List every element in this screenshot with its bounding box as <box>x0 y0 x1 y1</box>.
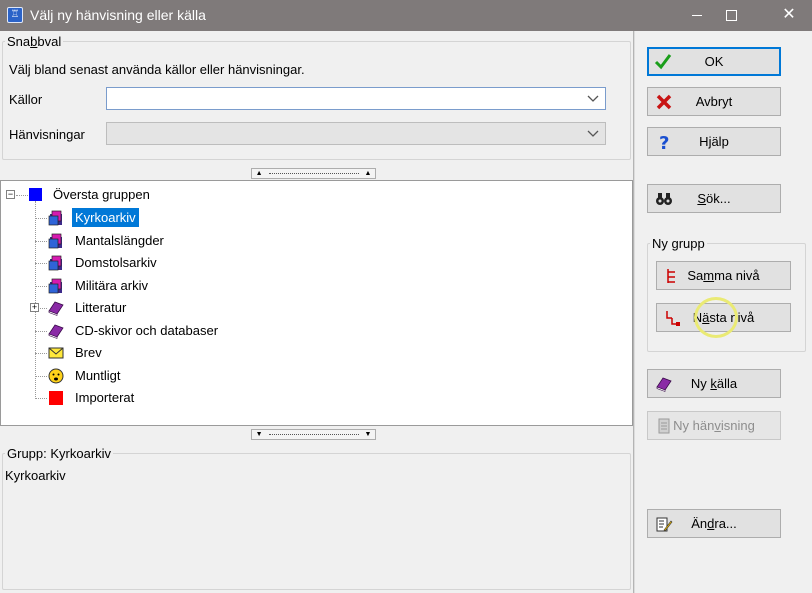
cancel-button[interactable]: Avbryt <box>647 87 781 116</box>
expand-up-icon: ▲ <box>364 170 372 177</box>
kallor-label: Källor <box>9 92 43 107</box>
binoculars-icon <box>656 193 672 205</box>
ok-button[interactable]: OK <box>647 47 781 76</box>
tree-item-label: Militära arkiv <box>75 277 148 293</box>
title-bar: ♖ Välj ny hänvisning eller källa ✕ <box>0 0 812 31</box>
same-level-icon <box>667 269 675 283</box>
archive-icon <box>48 233 62 248</box>
book-icon <box>656 377 672 392</box>
cursor-highlight <box>694 297 738 338</box>
collapse-up-icon: ▲ <box>255 170 263 177</box>
window-title: Välj ny hänvisning eller källa <box>30 7 206 23</box>
envelope-icon <box>48 347 64 359</box>
ny-grupp-legend: Ny grupp <box>652 236 705 251</box>
maximize-icon <box>725 9 737 21</box>
new-reference-button[interactable]: Ny hänvisning <box>647 411 781 440</box>
tree-item-label: Litteratur <box>75 300 127 315</box>
tree-item-label: Kyrkoarkiv <box>72 208 139 227</box>
red-square-icon <box>49 391 63 405</box>
hanvisningar-label: Hänvisningar <box>9 127 85 142</box>
details-group: Grupp: Kyrkoarkiv <box>2 446 631 590</box>
maximize-button[interactable] <box>708 0 754 31</box>
kallor-combobox[interactable] <box>106 87 606 110</box>
same-level-button[interactable]: Samma nivå <box>656 261 791 290</box>
tree-item-label: Domstolsarkiv <box>75 255 157 270</box>
help-button[interactable]: ? Hjälp <box>647 127 781 156</box>
app-icon: ♖ <box>7 7 23 23</box>
document-icon <box>658 418 670 434</box>
new-source-button[interactable]: Ny källa <box>647 369 781 398</box>
question-mark-icon: ? <box>659 133 669 151</box>
tree-item-label: Mantalslängder <box>75 232 164 248</box>
chevron-down-icon <box>587 95 599 102</box>
tree-item-label: Importerat <box>75 390 135 405</box>
archive-icon <box>48 255 62 271</box>
hanvisningar-combobox[interactable] <box>106 122 606 145</box>
group-tree[interactable]: − Översta gruppen Kyrkoarkiv Mantalslängd… <box>0 180 633 426</box>
checkmark-icon <box>654 54 672 70</box>
tree-item-label: Muntligt <box>75 367 121 383</box>
top-splitter-handle[interactable]: ▲ ▲ <box>251 168 376 179</box>
tree-item-label: CD-skivor och databaser <box>75 322 219 338</box>
details-text: Kyrkoarkiv <box>5 468 66 483</box>
archive-icon <box>48 278 62 293</box>
details-legend: Grupp: Kyrkoarkiv <box>7 446 112 461</box>
book-icon <box>48 324 64 339</box>
collapse-down-icon: ▼ <box>364 431 372 438</box>
blue-square-icon <box>29 188 42 201</box>
expand-button[interactable]: + <box>30 303 39 312</box>
snabbval-legend: Snabbval <box>7 34 62 49</box>
next-level-icon <box>666 311 680 326</box>
cross-icon <box>656 94 672 110</box>
archive-icon <box>48 210 62 226</box>
face-icon <box>48 368 64 383</box>
bottom-splitter-handle[interactable]: ▼ ▼ <box>251 429 376 440</box>
collapse-root-button[interactable]: − <box>6 190 15 199</box>
svg-text:?: ? <box>659 133 669 151</box>
tree-item-label: Brev <box>75 345 102 360</box>
snabbval-hint: Välj bland senast använda källor eller h… <box>9 62 305 77</box>
book-icon <box>48 301 64 316</box>
search-button[interactable]: Sök... <box>647 184 781 213</box>
chevron-down-icon <box>587 130 599 137</box>
panel-separator <box>633 31 635 593</box>
expand-down-icon: ▼ <box>255 431 263 438</box>
edit-icon <box>656 517 673 532</box>
close-button[interactable]: ✕ <box>766 0 812 31</box>
edit-button[interactable]: Ändra... <box>647 509 781 538</box>
minimize-icon <box>692 14 702 16</box>
